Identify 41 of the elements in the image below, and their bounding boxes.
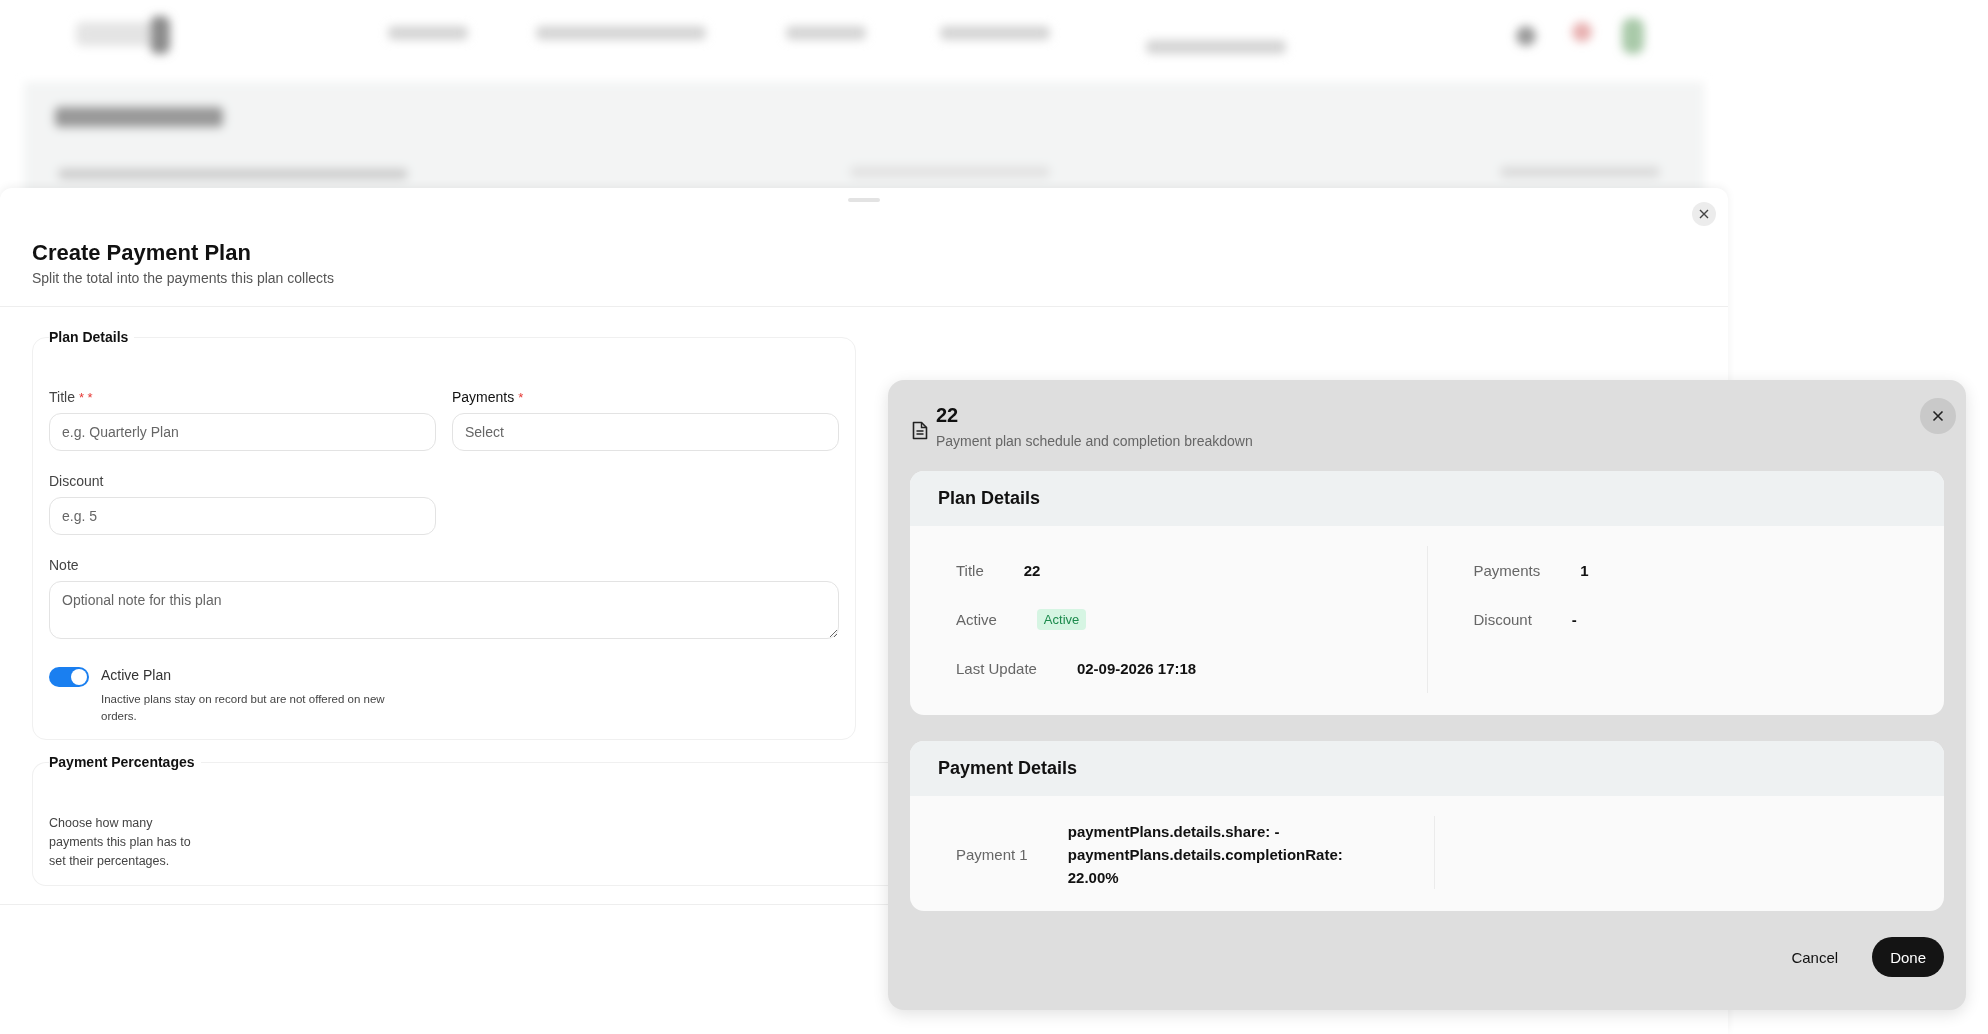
toggle-description: Inactive plans stay on record but are not offered on new orders. [101, 692, 386, 724]
card-heading: Payment Details [910, 741, 1944, 796]
field-label: Discount [49, 473, 104, 489]
close-button[interactable] [1692, 202, 1716, 226]
note-field[interactable]: Optional note for this plan [49, 581, 839, 639]
close-button[interactable] [1920, 398, 1956, 434]
detail-value: 1 [1580, 562, 1589, 579]
dialog-title: 22 [936, 404, 960, 427]
detail-label: Active [956, 611, 997, 628]
close-icon [1932, 410, 1944, 422]
close-icon [1699, 209, 1709, 219]
detail-label: Discount [1473, 611, 1532, 628]
section-heading: Plan Details [49, 329, 130, 345]
detail-label: Payment 1 [956, 846, 1028, 863]
field-label: Note [49, 557, 79, 573]
required-mark: * * [78, 390, 93, 405]
field-label: Payments [452, 389, 515, 405]
detail-value: - [1571, 611, 1577, 628]
input-field[interactable]: e.g. 5 [49, 497, 436, 535]
field-label: Title [49, 389, 75, 405]
sheet-subtitle: Split the total into the payments this plan collects [32, 270, 335, 286]
toggle-switch[interactable] [49, 667, 89, 687]
detail-value: paymentPlans.details.share: - paymentPlans.details.completionRate: 22.00% [1067, 822, 1344, 888]
detail-label: Title [956, 562, 984, 579]
select-field[interactable]: Select [452, 413, 839, 451]
section-heading: Payment Percentages [49, 754, 196, 770]
detail-value: 02-09-2026 17:18 [1076, 660, 1197, 677]
card-heading: Plan Details [910, 471, 1944, 526]
sheet-title: Create Payment Plan [32, 240, 252, 266]
required-mark: * [518, 390, 524, 405]
done-button[interactable]: Done [1872, 937, 1944, 977]
document-icon [912, 421, 928, 440]
detail-label: Last Update [956, 660, 1037, 677]
cancel-button[interactable]: Cancel [1773, 937, 1857, 977]
hint-text: Choose how many payments this plan has to set their percentages. [49, 815, 192, 870]
detail-value: 22 [1023, 562, 1041, 579]
status-badge: Active [1036, 609, 1087, 630]
dialog-subtitle: Payment plan schedule and completion breakdown [936, 433, 1253, 449]
toggle-label: Active Plan [101, 667, 173, 683]
input-field[interactable]: e.g. Quarterly Plan [49, 413, 436, 451]
detail-label: Payments [1473, 562, 1541, 579]
